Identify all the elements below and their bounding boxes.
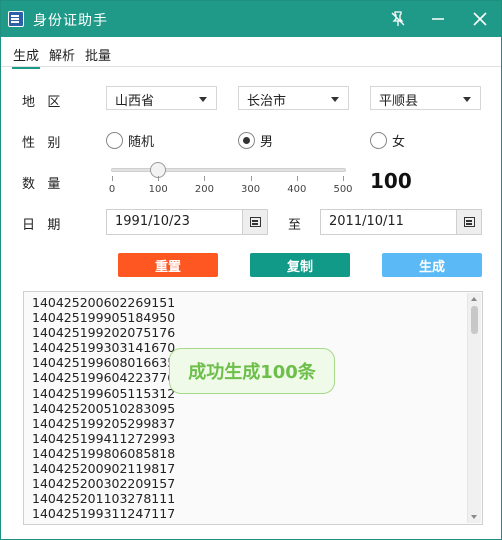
radio-circle-icon — [370, 132, 387, 149]
county-value: 平顺县 — [379, 94, 419, 109]
city-value: 长治市 — [247, 94, 287, 109]
gender-male-label: 男 — [260, 135, 274, 150]
slider-tick — [343, 176, 344, 181]
slider-tick — [112, 176, 113, 181]
result-line: 140425200510283095 — [32, 400, 176, 416]
pin-button[interactable] — [379, 1, 417, 37]
end-date-picker-button[interactable] — [456, 209, 482, 235]
result-line: 140425199806085818 — [32, 445, 176, 461]
city-select[interactable]: 长治市 — [238, 86, 349, 110]
result-line: 140425200302209157 — [32, 476, 176, 492]
slider-tick-label: 100 — [148, 184, 168, 195]
results-textarea[interactable]: 140425200602269151 140425199905184950 1404… — [23, 291, 483, 525]
result-line: 140425201103278111 — [32, 491, 176, 507]
gender-female-label: 女 — [392, 135, 406, 150]
gender-label: 性 别 — [22, 136, 61, 151]
result-line: 140425199205299837 — [32, 415, 176, 431]
close-button[interactable] — [461, 1, 499, 37]
gender-random-radio[interactable]: 随机 — [106, 131, 154, 150]
quantity-slider-track[interactable] — [111, 168, 346, 172]
gender-random-label: 随机 — [128, 135, 155, 150]
result-line: 140425199608016635 — [32, 355, 176, 371]
title-bar: 身份证助手 — [1, 1, 501, 37]
results-list: 140425200602269151 140425199905184950 1404… — [32, 295, 175, 521]
slider-tick — [204, 176, 206, 181]
app-id-card-icon — [8, 11, 24, 27]
gender-female-radio[interactable]: 女 — [370, 131, 405, 150]
copy-button[interactable]: 复制 — [250, 253, 350, 277]
slider-tick — [296, 176, 298, 181]
tab-bar: 生成 解析 批量 — [1, 37, 501, 69]
chevron-down-icon — [463, 97, 471, 102]
province-select[interactable]: 山西省 — [106, 86, 217, 110]
app-window: 身份证助手 生成 解析 批量 地 区 山西省 长治市 平顺县 性 别 随机 男 … — [0, 0, 502, 540]
minimize-icon — [432, 18, 444, 20]
reset-button[interactable]: 重置 — [118, 253, 218, 277]
results-scrollbar[interactable] — [467, 293, 481, 523]
generate-button[interactable]: 生成 — [382, 253, 482, 277]
chevron-down-icon — [199, 97, 207, 102]
result-line: 140425199411272993 — [32, 430, 176, 446]
date-label: 日 期 — [22, 218, 61, 233]
slider-tick-label: 200 — [194, 184, 214, 195]
tab-batch[interactable]: 批量 — [84, 45, 112, 64]
radio-circle-icon — [106, 132, 123, 149]
radio-checked-icon — [238, 132, 255, 149]
start-date-input[interactable]: 1991/10/23 — [106, 209, 243, 235]
pin-off-icon — [391, 11, 405, 26]
window-title: 身份证助手 — [33, 13, 108, 29]
province-value: 山西省 — [115, 94, 155, 109]
slider-tick — [158, 176, 160, 181]
result-line: 140425199604223776 — [32, 370, 176, 386]
result-line: 140425199905184950 — [32, 310, 176, 326]
scrollbar-thumb[interactable] — [471, 306, 478, 334]
region-label: 地 区 — [22, 95, 61, 110]
result-line: 140425199303141670 — [32, 340, 176, 356]
result-line: 140425200602269151 — [32, 295, 176, 310]
minimize-button[interactable] — [419, 1, 457, 37]
tab-parse[interactable]: 解析 — [48, 45, 76, 64]
quantity-value: 100 — [370, 169, 412, 193]
county-select[interactable]: 平顺县 — [370, 86, 481, 110]
result-line: 140425199202075176 — [32, 325, 176, 341]
close-icon — [473, 12, 487, 26]
result-line: 140425199605115312 — [32, 385, 176, 401]
start-date-picker-button[interactable] — [242, 209, 268, 235]
slider-tick-label: 300 — [241, 184, 261, 195]
slider-tick-label: 0 — [108, 184, 116, 195]
chevron-down-icon — [331, 97, 339, 102]
calendar-icon — [249, 217, 261, 227]
gender-male-radio[interactable]: 男 — [238, 131, 273, 150]
result-line: 140425199311247117 — [32, 506, 176, 522]
slider-tick-label: 400 — [287, 184, 307, 195]
scroll-down-arrow-icon[interactable] — [471, 515, 477, 519]
quantity-label: 数 量 — [22, 177, 61, 192]
scroll-up-arrow-icon[interactable] — [471, 297, 477, 301]
end-date-input[interactable]: 2011/10/11 — [320, 209, 457, 235]
date-range-separator: 至 — [288, 218, 302, 233]
success-toast: 成功生成100条 — [169, 348, 335, 394]
slider-tick — [250, 176, 252, 181]
calendar-icon — [463, 217, 475, 227]
slider-tick-label: 500 — [333, 184, 353, 195]
tab-generate[interactable]: 生成 — [12, 45, 41, 69]
result-line: 140425200902119817 — [32, 461, 176, 477]
